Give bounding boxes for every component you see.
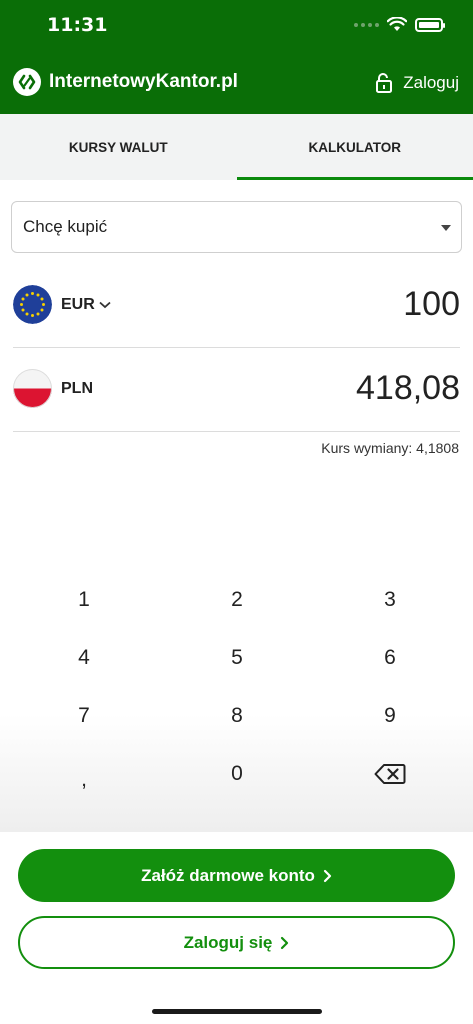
key-2[interactable]: 2 — [177, 572, 297, 628]
chevron-right-icon — [323, 869, 331, 882]
mode-select[interactable]: Chcę kupić — [11, 201, 462, 253]
backspace-icon — [374, 764, 406, 784]
tab-bar: KURSY WALUT KALKULATOR — [0, 114, 473, 180]
key-5[interactable]: 5 — [177, 630, 297, 686]
chevron-right-icon — [281, 936, 289, 949]
register-button[interactable]: Załóż darmowe konto — [18, 849, 455, 902]
pl-flag-icon — [13, 369, 52, 408]
tab-calculator[interactable]: KALKULATOR — [236, 114, 473, 180]
tab-exchange-rates[interactable]: KURSY WALUT — [0, 114, 237, 180]
from-amount[interactable]: 100 — [403, 285, 460, 324]
key-4[interactable]: 4 — [24, 630, 144, 686]
brand-logo-link[interactable]: InternetowyKantor.pl — [13, 68, 238, 96]
eu-flag-icon — [13, 285, 52, 324]
mode-select-value: Chcę kupić — [23, 217, 108, 236]
key-1[interactable]: 1 — [24, 572, 144, 628]
key-3[interactable]: 3 — [330, 572, 450, 628]
wifi-icon — [387, 17, 407, 31]
key-9[interactable]: 9 — [330, 688, 450, 744]
key-8[interactable]: 8 — [177, 688, 297, 744]
key-0[interactable]: 0 — [177, 746, 297, 802]
status-icons — [354, 17, 445, 32]
from-currency-picker[interactable]: EUR — [61, 296, 111, 314]
exchange-arrows-icon — [13, 68, 41, 96]
login-button[interactable]: Zaloguj się — [18, 916, 455, 969]
unlock-icon — [376, 73, 393, 93]
to-currency-label: PLN — [61, 380, 93, 398]
header-login-label: Zaloguj — [403, 73, 459, 92]
key-7[interactable]: 7 — [24, 688, 144, 744]
key-comma[interactable]: , — [24, 752, 144, 808]
chevron-down-icon — [99, 301, 111, 308]
from-currency-row: EUR 100 — [13, 262, 460, 348]
brand-name: InternetowyKantor.pl — [49, 71, 238, 92]
caret-down-icon — [441, 225, 451, 231]
battery-icon — [415, 17, 445, 32]
numeric-keypad: 1 2 3 4 5 6 7 8 9 , 0 — [0, 570, 473, 832]
footer-actions: Załóż darmowe konto Zaloguj się — [0, 832, 473, 1024]
to-currency-row: PLN 418,08 — [13, 346, 460, 432]
register-button-label: Załóż darmowe konto — [141, 865, 315, 885]
exchange-rate-text: Kurs wymiany: 4,1808 — [321, 440, 459, 456]
to-currency-code: PLN — [61, 379, 93, 397]
from-currency-code: EUR — [61, 295, 95, 313]
backspace-key[interactable] — [330, 746, 450, 802]
key-6[interactable]: 6 — [330, 630, 450, 686]
login-button-label: Zaloguj się — [183, 932, 273, 952]
app-header: 11:31 InternetowyKantor.pl Zaloguj — [0, 0, 473, 114]
home-indicator — [152, 1009, 322, 1014]
status-time: 11:31 — [47, 14, 108, 36]
to-amount[interactable]: 418,08 — [356, 369, 460, 408]
signal-icon — [354, 22, 379, 27]
header-login-button[interactable]: Zaloguj — [375, 72, 459, 94]
